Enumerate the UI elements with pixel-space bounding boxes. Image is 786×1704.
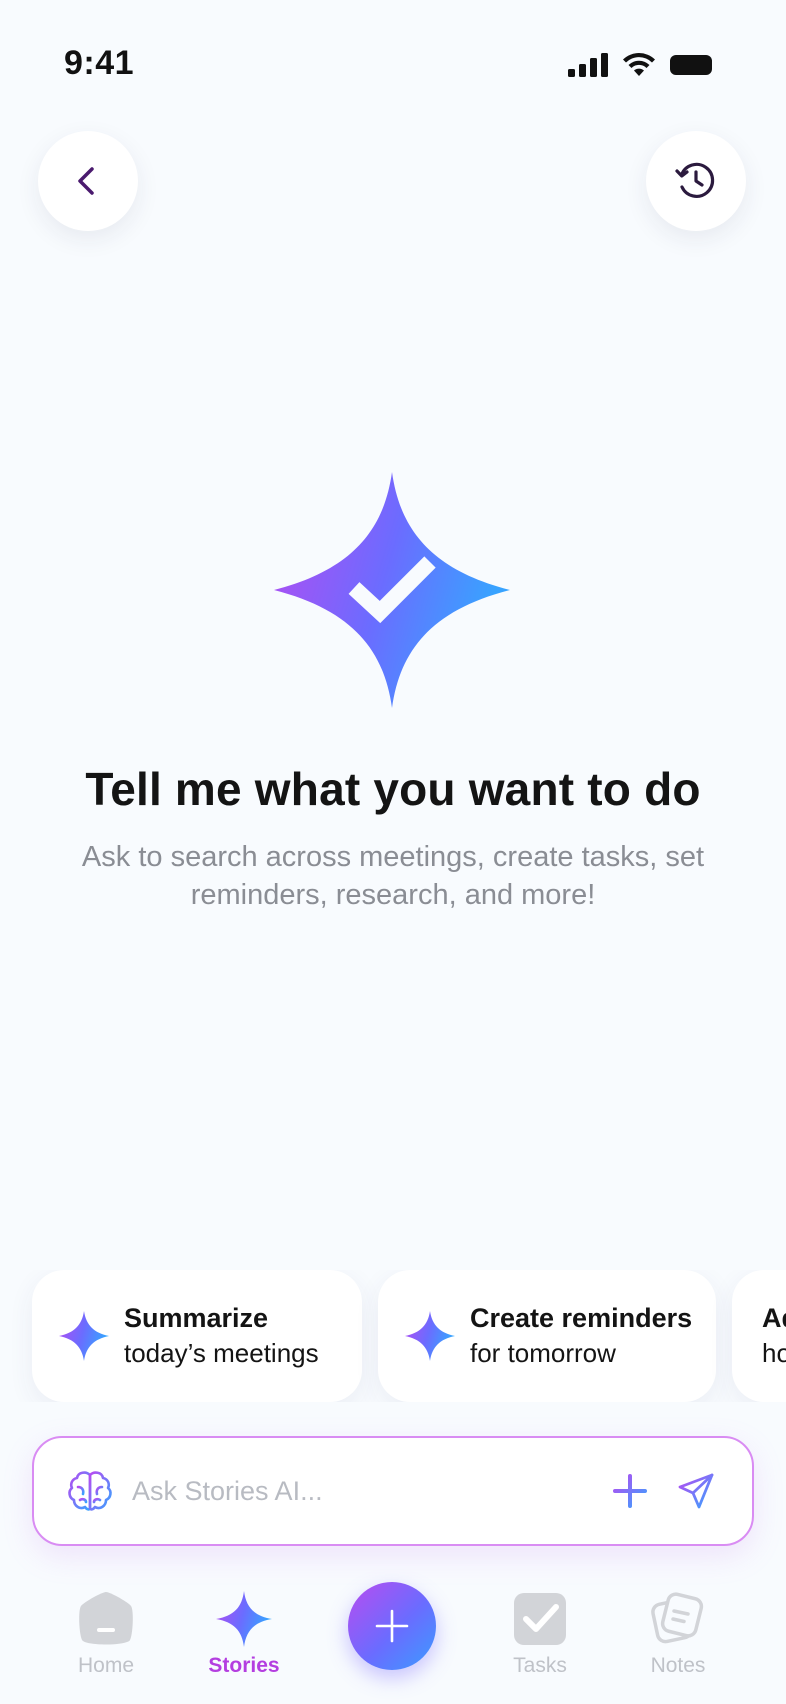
notes-icon [651,1592,704,1644]
checkbox-icon [514,1593,566,1645]
page-title: Tell me what you want to do [85,763,701,815]
suggestion-chip-partial[interactable]: Ad ho [732,1270,786,1402]
tab-label: Notes [650,1654,706,1677]
suggestion-chip-reminders[interactable]: Create reminders for tomorrow [378,1270,716,1402]
home-icon [79,1592,133,1645]
suggestion-subtitle: ho [762,1338,786,1368]
status-bar: 9:41 [0,0,786,130]
sparkle-icon [405,1311,455,1361]
suggestion-title: Create reminders [470,1303,693,1333]
suggestion-chip-summarize[interactable]: Summarize today’s meetings [32,1270,362,1402]
tab-notes[interactable]: Notes [618,1590,738,1678]
status-time: 9:41 [64,44,135,82]
tab-stories[interactable]: Stories [184,1590,304,1678]
tab-tasks[interactable]: Tasks [480,1590,600,1678]
send-icon[interactable] [676,1471,716,1511]
suggestion-title: Ad [762,1303,786,1333]
status-icons [568,52,714,78]
sparkle-check-icon [274,472,510,708]
history-button[interactable] [646,131,746,231]
history-clock-icon [675,162,715,198]
ask-input[interactable] [132,1475,610,1507]
page-subtitle: Ask to search across meetings, create ta… [81,841,705,911]
tab-label: Tasks [513,1654,567,1677]
sparkle-icon [216,1591,272,1647]
sparkle-icon [59,1311,109,1361]
tab-label: Home [77,1654,135,1677]
chevron-left-icon [78,167,94,195]
tab-label: Stories [208,1654,280,1677]
create-fab-button[interactable] [348,1582,436,1670]
suggestion-subtitle: for tomorrow [470,1338,616,1368]
brain-icon[interactable] [66,1467,114,1515]
battery-icon [670,55,712,75]
tab-home[interactable]: Home [46,1590,166,1678]
wifi-icon [623,53,655,76]
suggestion-subtitle: today’s meetings [124,1338,319,1368]
suggestion-title: Summarize [124,1303,269,1333]
plus-icon [375,1609,409,1643]
back-button[interactable] [38,131,138,231]
suggestion-list: Summarize today’s meetings Create remind… [0,1270,786,1402]
cellular-signal-icon [568,53,608,77]
plus-icon[interactable] [610,1471,650,1511]
ask-bar [32,1436,754,1546]
